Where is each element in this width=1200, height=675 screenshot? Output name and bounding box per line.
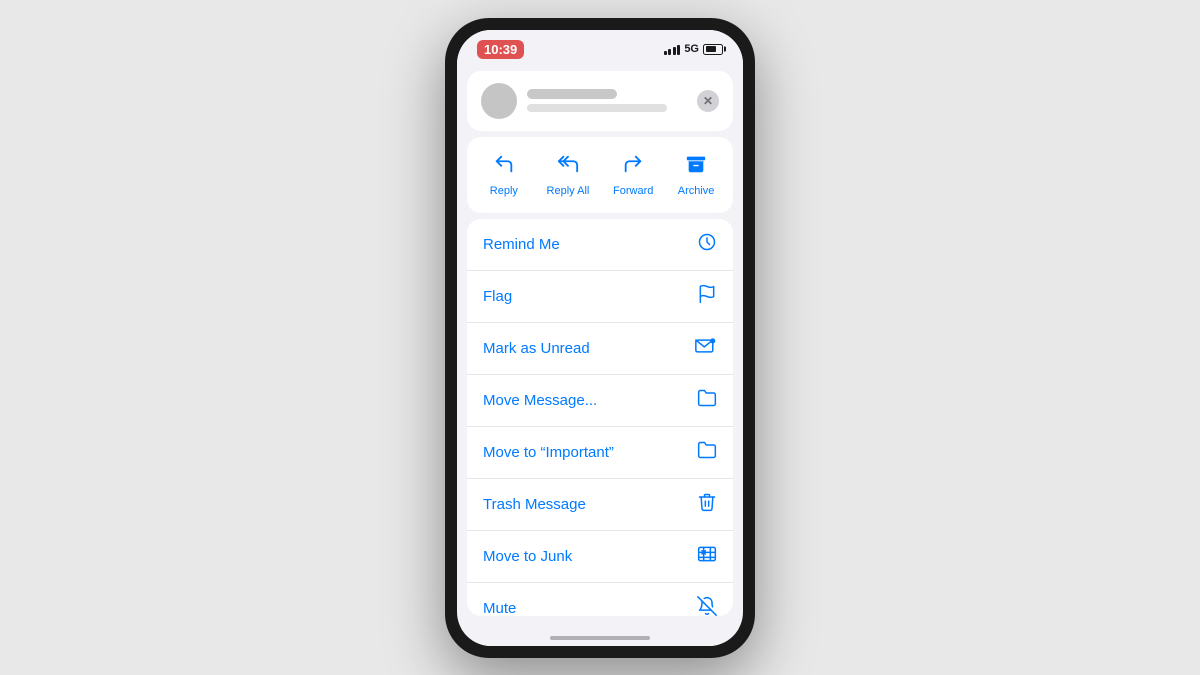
forward-label: Forward: [613, 185, 653, 197]
phone-screen: 10:39 5G: [457, 30, 743, 646]
content-area: ✕ Reply: [457, 63, 743, 628]
signal-bar-2: [668, 49, 671, 55]
avatar: [481, 83, 517, 119]
move-junk-item[interactable]: Move to Junk: [467, 531, 733, 583]
signal-bar-3: [673, 47, 676, 55]
signal-bar-4: [677, 45, 680, 55]
flag-item[interactable]: Flag: [467, 271, 733, 323]
status-right: 5G: [664, 43, 723, 55]
subject-placeholder: [527, 104, 667, 112]
sender-placeholder: [527, 89, 617, 99]
close-button[interactable]: ✕: [697, 90, 719, 112]
reply-all-button[interactable]: Reply All: [537, 147, 600, 203]
reply-all-icon: [557, 153, 579, 181]
archive-button[interactable]: Archive: [667, 147, 725, 203]
envelope-dot-icon: [695, 336, 717, 361]
archive-label: Archive: [678, 185, 715, 197]
header-text: [527, 89, 687, 112]
reply-icon: [493, 153, 515, 181]
battery-fill: [706, 46, 717, 52]
move-important-item[interactable]: Move to “Important”: [467, 427, 733, 479]
signal-bar-1: [664, 51, 667, 55]
move-message-label: Move Message...: [483, 392, 597, 409]
signal-bars: [664, 43, 681, 55]
move-junk-label: Move to Junk: [483, 548, 572, 565]
trash-message-label: Trash Message: [483, 496, 586, 513]
remind-me-label: Remind Me: [483, 236, 560, 253]
forward-button[interactable]: Forward: [603, 147, 663, 203]
mark-unread-item[interactable]: Mark as Unread: [467, 323, 733, 375]
trash-message-item[interactable]: Trash Message: [467, 479, 733, 531]
network-type: 5G: [684, 43, 699, 55]
bell-slash-icon: [697, 596, 717, 616]
flag-label: Flag: [483, 288, 512, 305]
action-buttons-card: Reply Reply All: [467, 137, 733, 213]
reply-label: Reply: [490, 185, 518, 197]
forward-icon: [622, 153, 644, 181]
folder-icon: [697, 388, 717, 413]
clock-icon: [697, 232, 717, 257]
flag-icon: [697, 284, 717, 309]
junk-icon: [697, 544, 717, 569]
reply-button[interactable]: Reply: [475, 147, 533, 203]
battery-icon: [703, 44, 723, 55]
reply-all-label: Reply All: [547, 185, 590, 197]
mark-unread-label: Mark as Unread: [483, 340, 590, 357]
home-bar: [550, 636, 650, 640]
status-bar: 10:39 5G: [457, 30, 743, 63]
mute-label: Mute: [483, 600, 516, 616]
move-message-item[interactable]: Move Message...: [467, 375, 733, 427]
archive-icon: [685, 153, 707, 181]
folder2-icon: [697, 440, 717, 465]
status-time: 10:39: [477, 40, 524, 59]
header-card: ✕: [467, 71, 733, 131]
remind-me-item[interactable]: Remind Me: [467, 219, 733, 271]
move-important-label: Move to “Important”: [483, 444, 614, 461]
home-indicator: [457, 628, 743, 646]
trash-icon: [697, 492, 717, 517]
mute-item[interactable]: Mute: [467, 583, 733, 616]
phone-frame: 10:39 5G: [445, 18, 755, 658]
menu-group: Remind Me Flag: [467, 219, 733, 616]
